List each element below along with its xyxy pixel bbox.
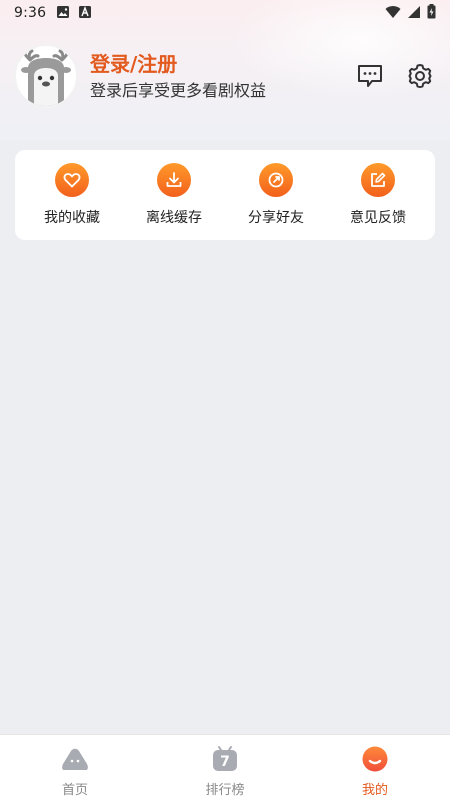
nav-label: 排行榜: [205, 783, 245, 798]
login-subtitle: 登录后享受更多看剧权益: [90, 81, 267, 100]
quick-action-label: 离线缓存: [146, 210, 202, 226]
deer-avatar-icon: [21, 49, 71, 106]
nav-label: 我的: [361, 783, 388, 798]
nav-item-me[interactable]: 我的: [315, 745, 435, 798]
nav-label: 首页: [61, 783, 88, 798]
battery-charging-icon: [427, 3, 436, 23]
me-icon: [360, 745, 390, 773]
quick-actions-card: 我的收藏 离线缓存 分享好友 意见反馈: [15, 150, 435, 240]
top-actions: [356, 62, 434, 90]
quick-action-favorites[interactable]: 我的收藏: [27, 163, 117, 227]
edit-icon: [361, 163, 395, 197]
download-icon: [157, 163, 191, 197]
quick-action-share[interactable]: 分享好友: [231, 163, 321, 227]
quick-action-offline-cache[interactable]: 离线缓存: [129, 163, 219, 227]
wifi-icon: [385, 4, 401, 23]
message-button[interactable]: [356, 62, 384, 90]
quick-action-feedback[interactable]: 意见反馈: [333, 163, 423, 227]
message-icon: [358, 65, 382, 87]
signal-icon: [407, 4, 421, 23]
screen: 9:36 登录/注册 登录后享受更多看剧权益 我的收藏 离线缓存 分享好友 意见…: [0, 0, 450, 800]
share-icon: [259, 163, 293, 197]
ranking-badge: 7: [220, 754, 230, 770]
ranking-icon: 7: [210, 745, 240, 773]
login-register-link[interactable]: 登录/注册: [90, 51, 266, 77]
profile-section[interactable]: 登录/注册 登录后享受更多看剧权益: [14, 44, 266, 108]
status-time: 9:36: [14, 5, 47, 21]
quick-action-label: 意见反馈: [350, 210, 406, 226]
a-icon: [78, 4, 92, 23]
quick-action-label: 我的收藏: [44, 210, 100, 226]
avatar[interactable]: [14, 44, 78, 108]
settings-button[interactable]: [406, 62, 434, 90]
heart-icon: [55, 163, 89, 197]
home-icon: [60, 745, 90, 773]
status-bar: 9:36: [0, 0, 450, 26]
nav-item-home[interactable]: 首页: [15, 745, 135, 798]
image-icon: [56, 4, 70, 23]
status-notification-icons: [56, 4, 92, 23]
quick-action-label: 分享好友: [248, 210, 304, 226]
nav-item-ranking[interactable]: 7 排行榜: [165, 745, 285, 798]
status-system-icons: [385, 3, 436, 23]
bottom-nav: 首页 7 排行榜 我的: [0, 734, 450, 800]
settings-icon: [408, 64, 432, 88]
